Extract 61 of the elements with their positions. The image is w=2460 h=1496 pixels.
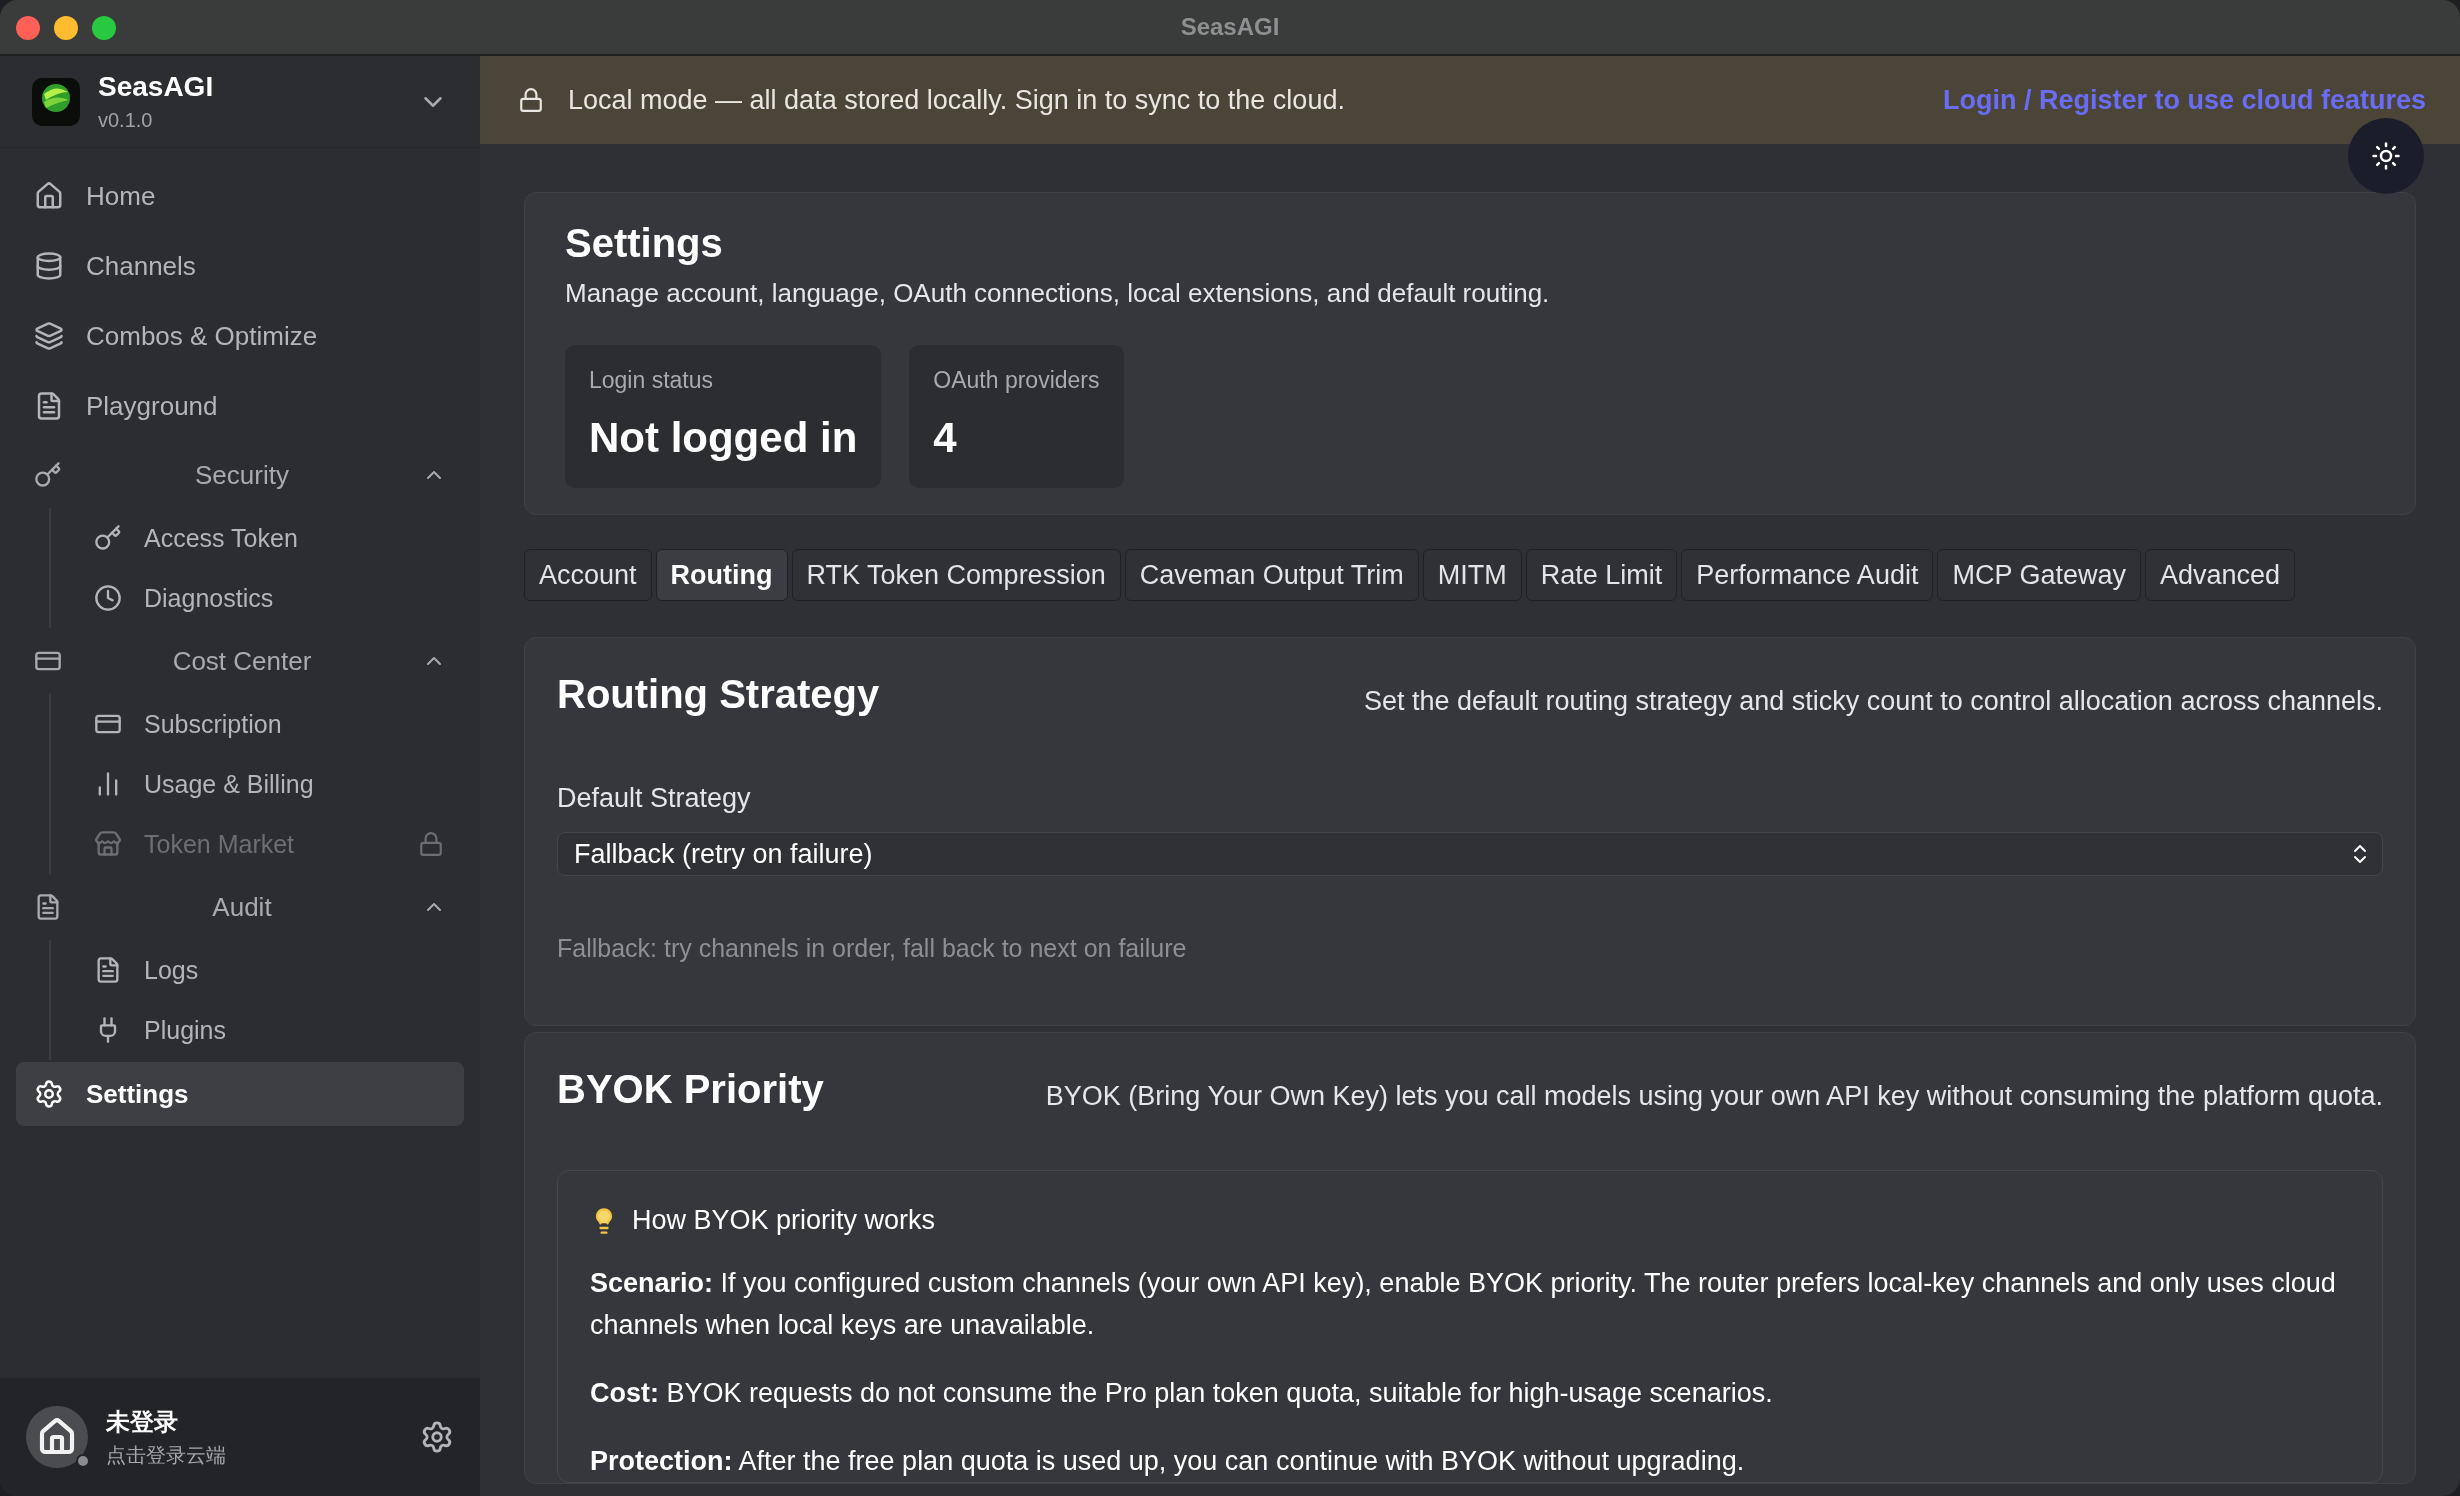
field-label: Default Strategy xyxy=(557,783,752,814)
section-title: BYOK Priority xyxy=(557,1067,824,1112)
strategy-select[interactable]: Fallback (retry on failure) xyxy=(557,832,2383,876)
sidebar-item[interactable]: Plugins xyxy=(144,1015,444,1045)
sidebar-item[interactable]: Diagnostics xyxy=(144,583,444,613)
settings-tab[interactable]: MITM xyxy=(1422,549,1522,601)
settings-tab[interactable]: Performance Audit xyxy=(1681,549,1934,601)
page-subtitle: Manage account, language, OAuth connections, local extensions, and default routing. xyxy=(565,278,1551,309)
app-version: v0.1.0 xyxy=(98,109,154,132)
nav-icon xyxy=(94,524,122,552)
zoom-button[interactable] xyxy=(92,16,116,40)
sidebar-item[interactable]: Access Token xyxy=(144,523,444,553)
sidebar-item[interactable]: Home xyxy=(16,164,464,228)
section-title: Routing Strategy xyxy=(557,672,880,717)
field-hint: Fallback: try channels in order, fall back to next on failure xyxy=(557,934,1188,963)
settings-tab[interactable]: MCP Gateway xyxy=(1937,549,2141,601)
settings-tab[interactable]: Routing xyxy=(655,549,788,601)
sidebar-item[interactable]: Playground xyxy=(16,374,464,438)
group-heading[interactable]: Audit xyxy=(62,891,422,923)
settings-tab[interactable]: Account xyxy=(524,549,652,601)
sun-icon xyxy=(2371,141,2401,171)
sidebar-item[interactable]: Logs xyxy=(144,955,444,985)
minimize-button[interactable] xyxy=(54,16,78,40)
stat-value: Not logged in xyxy=(589,414,858,462)
settings-icon[interactable] xyxy=(420,1420,454,1454)
group-icon xyxy=(34,461,62,489)
user-name: 未登录 xyxy=(106,1406,179,1437)
sidebar-item[interactable]: Settings xyxy=(16,1062,464,1126)
stat-value: 4 xyxy=(933,414,958,462)
group-heading[interactable]: Security xyxy=(62,459,422,491)
sidebar-item[interactable]: Combos & Optimize xyxy=(16,304,464,368)
banner-message: Local mode — all data stored locally. Sign in to sync to the cloud. xyxy=(568,84,1346,116)
section-description: Set the default routing strategy and sticky count to control allocation across channels. xyxy=(1363,686,2383,717)
nav-icon xyxy=(94,584,122,612)
login-hint[interactable]: 点击登录云端 xyxy=(106,1441,402,1469)
sidebar-item[interactable]: Channels xyxy=(16,234,464,298)
stat-label: Login status xyxy=(589,367,715,394)
nav-icon xyxy=(34,321,64,351)
info-title: How BYOK priority works xyxy=(632,1205,936,1236)
window-title: SeasAGI xyxy=(1180,13,1280,41)
nav-icon xyxy=(94,830,122,858)
info-paragraph: Cost: BYOK requests do not consume the Pro plan token quota, suitable for high-usage scenarios. xyxy=(590,1377,1774,1410)
sidebar-item[interactable]: Usage & Billing xyxy=(144,769,444,799)
nav-icon xyxy=(34,181,64,211)
sidebar-item[interactable]: Subscription xyxy=(144,709,444,739)
app-logo xyxy=(32,77,80,126)
settings-tab[interactable]: Rate Limit xyxy=(1525,549,1678,601)
stat-label: OAuth providers xyxy=(933,367,1100,394)
lock-icon xyxy=(518,87,544,113)
section-description: BYOK (Bring Your Own Key) lets you call models using your own API key without consuming the platform quota. xyxy=(1045,1081,2383,1112)
settings-tab[interactable]: Advanced xyxy=(2145,549,2296,601)
group-heading[interactable]: Cost Center xyxy=(62,645,422,677)
app-name: SeasAGI xyxy=(98,71,215,103)
page-title: Settings xyxy=(565,221,724,266)
nav-icon xyxy=(34,1079,64,1109)
info-paragraph: Protection: After the free plan quota is used up, you can continue with BYOK without upgrading. xyxy=(590,1445,1746,1478)
info-paragraph: Scenario: If you configured custom channels (your own API key), enable BYOK priority. The router prefers local-key channels and only uses cloud channels when local keys are unavailable. xyxy=(590,1267,2337,1342)
nav-icon xyxy=(34,251,64,281)
settings-tab[interactable]: Caveman Output Trim xyxy=(1124,549,1419,601)
settings-tab[interactable]: RTK Token Compression xyxy=(791,549,1121,601)
close-button[interactable] xyxy=(16,16,40,40)
